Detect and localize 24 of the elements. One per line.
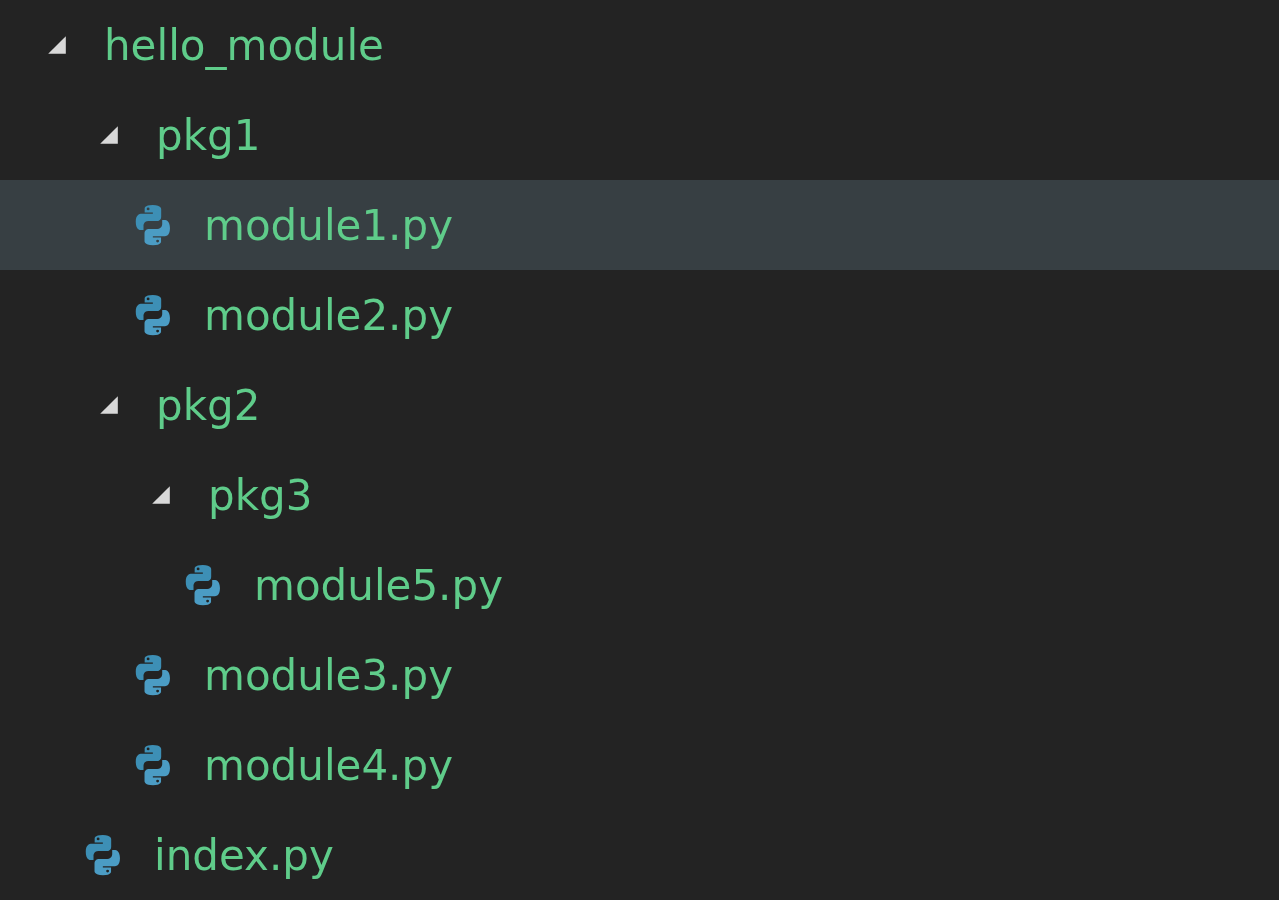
file-name: module4.py xyxy=(204,740,453,790)
tree-item[interactable]: module1.py xyxy=(0,180,1279,270)
tree-item[interactable]: module2.py xyxy=(0,270,1279,360)
tree-item[interactable]: pkg1 xyxy=(0,90,1279,180)
expanded-arrow-icon[interactable] xyxy=(150,484,172,506)
tree-item[interactable]: pkg2 xyxy=(0,360,1279,450)
tree-item[interactable]: module5.py xyxy=(0,540,1279,630)
file-name: index.py xyxy=(154,830,334,880)
folder-name: pkg2 xyxy=(156,380,261,430)
file-name: module3.py xyxy=(204,650,453,700)
tree-item[interactable]: index.py xyxy=(0,810,1279,900)
folder-name: pkg1 xyxy=(156,110,261,160)
expanded-arrow-icon[interactable] xyxy=(98,394,120,416)
file-name: module1.py xyxy=(204,200,453,250)
file-name: module2.py xyxy=(204,290,453,340)
tree-item[interactable]: module3.py xyxy=(0,630,1279,720)
tree-item[interactable]: pkg3 xyxy=(0,450,1279,540)
expanded-arrow-icon[interactable] xyxy=(98,124,120,146)
folder-name: hello_module xyxy=(104,20,384,70)
folder-name: pkg3 xyxy=(208,470,313,520)
tree-item[interactable]: hello_module xyxy=(0,0,1279,90)
tree-item[interactable]: module4.py xyxy=(0,720,1279,810)
expanded-arrow-icon[interactable] xyxy=(46,34,68,56)
file-name: module5.py xyxy=(254,560,503,610)
